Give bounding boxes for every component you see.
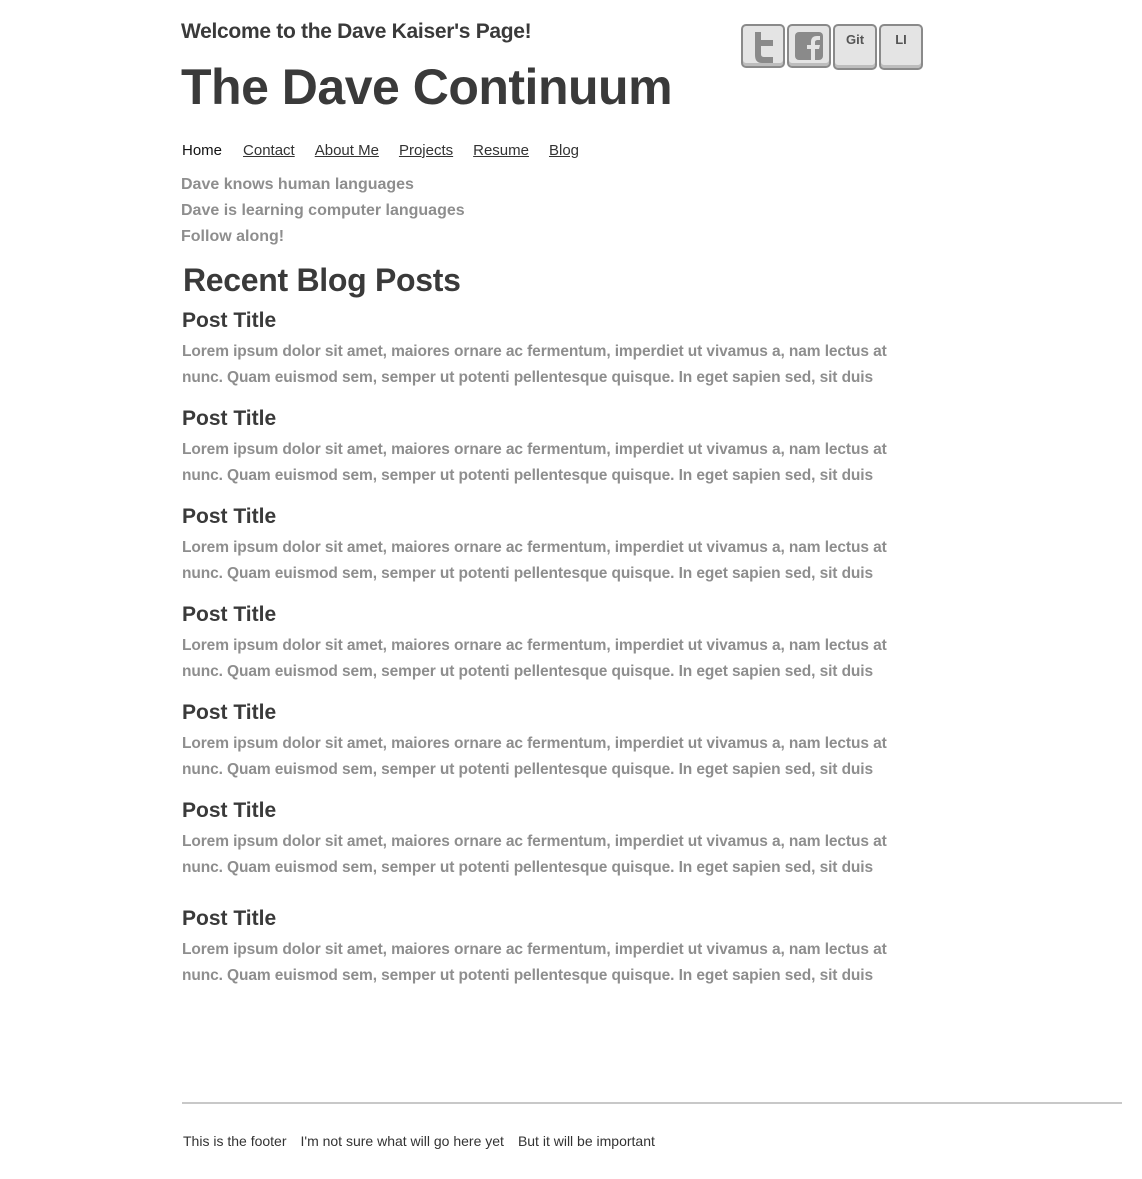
main-nav: Home Contact About Me Projects Resume Bl… bbox=[182, 142, 599, 159]
post-title[interactable]: Post Title bbox=[182, 407, 902, 431]
post-excerpt: Lorem ipsum dolor sit amet, maiores orna… bbox=[182, 637, 887, 680]
welcome-heading: Welcome to the Dave Kaiser's Page! bbox=[181, 20, 532, 43]
linkedin-button[interactable]: LI bbox=[879, 24, 923, 70]
blog-post: Post Title Lorem ipsum dolor sit amet, m… bbox=[182, 799, 902, 881]
post-title[interactable]: Post Title bbox=[182, 907, 902, 931]
blog-post: Post Title Lorem ipsum dolor sit amet, m… bbox=[182, 907, 902, 989]
nav-about-me[interactable]: About Me bbox=[315, 142, 379, 159]
post-title[interactable]: Post Title bbox=[182, 799, 902, 823]
recent-posts-heading: Recent Blog Posts bbox=[183, 262, 461, 298]
linkedin-label: LI bbox=[895, 32, 907, 47]
nav-resume[interactable]: Resume bbox=[473, 142, 529, 159]
site-title: The Dave Continuum bbox=[181, 59, 673, 115]
facebook-icon bbox=[795, 32, 823, 60]
git-button[interactable]: Git bbox=[833, 24, 877, 70]
blog-post: Post Title Lorem ipsum dolor sit amet, m… bbox=[182, 407, 902, 489]
taglines: Dave knows human languages Dave is learn… bbox=[181, 172, 465, 250]
footer-item: But it will be important bbox=[517, 1133, 655, 1149]
post-title[interactable]: Post Title bbox=[182, 505, 902, 529]
post-excerpt: Lorem ipsum dolor sit amet, maiores orna… bbox=[182, 441, 887, 484]
post-excerpt: Lorem ipsum dolor sit amet, maiores orna… bbox=[182, 735, 887, 778]
post-excerpt: Lorem ipsum dolor sit amet, maiores orna… bbox=[182, 941, 887, 984]
nav-projects[interactable]: Projects bbox=[399, 142, 453, 159]
post-title[interactable]: Post Title bbox=[182, 603, 902, 627]
footer-item: I'm not sure what will go here yet bbox=[300, 1133, 504, 1149]
footer-divider bbox=[182, 1102, 1122, 1104]
blog-post: Post Title Lorem ipsum dolor sit amet, m… bbox=[182, 309, 902, 391]
twitter-icon bbox=[755, 32, 773, 63]
blog-post: Post Title Lorem ipsum dolor sit amet, m… bbox=[182, 603, 902, 685]
post-title[interactable]: Post Title bbox=[182, 701, 902, 725]
blog-post: Post Title Lorem ipsum dolor sit amet, m… bbox=[182, 505, 902, 587]
nav-blog[interactable]: Blog bbox=[549, 142, 579, 159]
facebook-button[interactable] bbox=[787, 24, 831, 68]
blog-post: Post Title Lorem ipsum dolor sit amet, m… bbox=[182, 701, 902, 783]
post-title[interactable]: Post Title bbox=[182, 309, 902, 333]
social-links: Git LI bbox=[741, 24, 923, 70]
tagline: Follow along! bbox=[181, 228, 285, 245]
tagline: Dave knows human languages bbox=[181, 176, 414, 193]
post-excerpt: Lorem ipsum dolor sit amet, maiores orna… bbox=[182, 343, 887, 386]
post-excerpt: Lorem ipsum dolor sit amet, maiores orna… bbox=[182, 833, 887, 876]
tagline: Dave is learning computer languages bbox=[181, 202, 465, 219]
nav-contact[interactable]: Contact bbox=[243, 142, 295, 159]
git-label: Git bbox=[845, 32, 865, 47]
nav-home[interactable]: Home bbox=[182, 142, 222, 159]
twitter-button[interactable] bbox=[741, 24, 785, 68]
post-excerpt: Lorem ipsum dolor sit amet, maiores orna… bbox=[182, 539, 887, 582]
footer: This is the footer I'm not sure what wil… bbox=[183, 1133, 655, 1149]
footer-item: This is the footer bbox=[183, 1133, 287, 1149]
